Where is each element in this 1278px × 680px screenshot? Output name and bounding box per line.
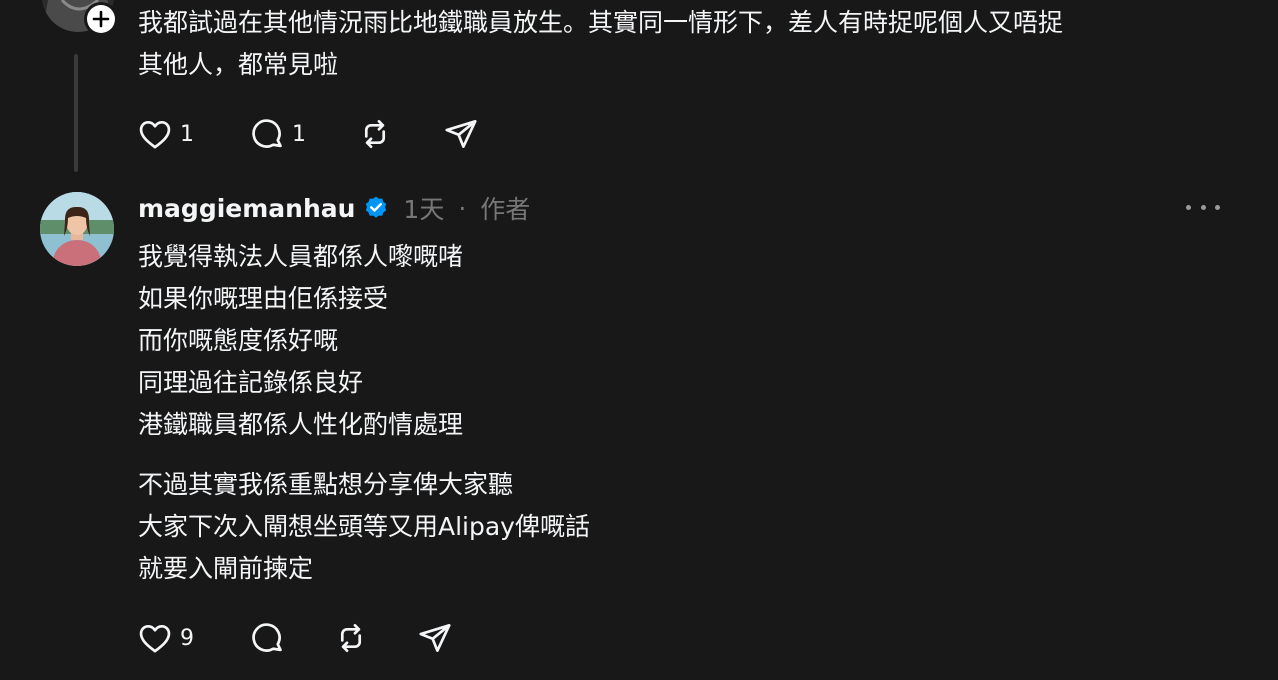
author-username[interactable]: maggiemanhau: [138, 194, 355, 223]
post1-reply-button[interactable]: 1: [248, 115, 356, 153]
more-options-button[interactable]: [1186, 196, 1220, 218]
threads-page: 我都試過在其他情況雨比地鐵職員放生。其實同一情形下，差人有時捉呢個人又唔捉 其他…: [0, 0, 1278, 680]
post2-reply-button[interactable]: [248, 619, 332, 657]
post1-action-bar: 1 1: [136, 114, 480, 154]
post2-like-button[interactable]: 9: [136, 619, 248, 657]
send-icon: [419, 623, 451, 653]
post2-like-count: 9: [180, 625, 194, 651]
heart-icon: [139, 624, 171, 653]
verified-badge-icon: [363, 195, 389, 221]
post2-paragraph-1: 我覺得執法人員都係人嚟嘅啫 如果你嘅理由佢係接受 而你嘅態度係好嘅 同理過往記錄…: [138, 242, 464, 439]
post2-repost-button[interactable]: [332, 619, 416, 657]
author-avatar[interactable]: [40, 192, 114, 266]
more-icon: [1186, 204, 1191, 210]
thread-connector-line: [74, 54, 78, 172]
follow-button[interactable]: [84, 2, 118, 36]
post2-header: maggiemanhau 1天 · 作者: [138, 186, 530, 230]
author-label: 作者: [480, 195, 531, 224]
post1-like-button[interactable]: 1: [136, 115, 248, 153]
heart-icon: [139, 120, 171, 149]
repost-icon: [364, 119, 386, 149]
post1-reply-count: 1: [292, 121, 306, 147]
post1-share-button[interactable]: [442, 115, 480, 153]
post2-action-bar: 9: [136, 618, 454, 658]
post1-repost-button[interactable]: [356, 115, 442, 153]
plus-icon: [92, 10, 110, 28]
post1-text: 我都試過在其他情況雨比地鐵職員放生。其實同一情形下，差人有時捉呢個人又唔捉 其他…: [138, 8, 1064, 79]
post1-like-count: 1: [180, 121, 194, 147]
post2-paragraph-2: 不過其實我係重點想分享俾大家聽 大家下次入閘想坐頭等又用Alipay俾嘅話 就要…: [138, 470, 590, 583]
comment-icon: [252, 119, 282, 148]
post2-share-button[interactable]: [416, 619, 454, 657]
send-icon: [445, 119, 477, 149]
post2-timestamp[interactable]: 1天: [403, 190, 444, 226]
meta-separator: ·: [458, 193, 467, 223]
repost-icon: [340, 623, 362, 653]
comment-icon: [252, 623, 282, 652]
